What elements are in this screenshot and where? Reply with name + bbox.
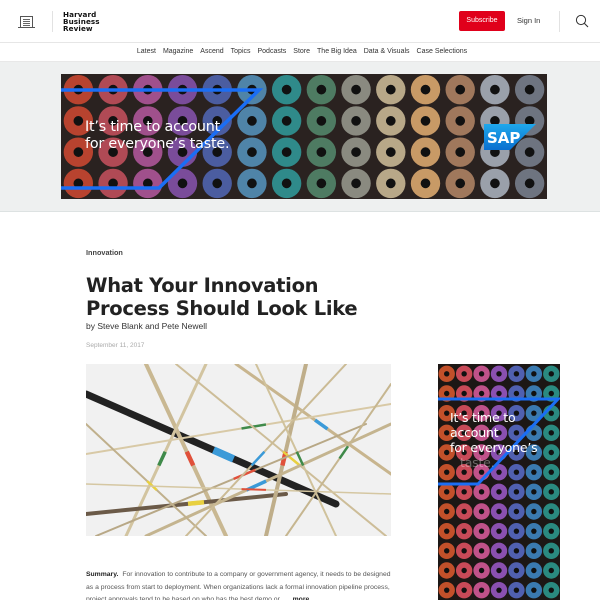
nav-store[interactable]: Store [293,43,310,61]
ad-headline: It’s time to account for everyone’s tast… [85,119,230,152]
sap-banner-ad[interactable]: It’s time to account for everyone’s tast… [61,74,547,199]
byline: by Steve Blank and Pete Newell [86,321,207,331]
stick-band [241,488,266,491]
publish-date: September 11, 2017 [86,342,145,349]
nav-case-selections[interactable]: Case Selections [417,43,468,61]
summary-text: For innovation to contribute to a compan… [86,571,391,600]
ad-headline-line-2: for everyone’s [450,440,538,455]
stick-band [250,450,266,467]
sign-in-link[interactable]: Sign In [517,11,540,31]
nav-topics[interactable]: Topics [231,43,251,61]
ad-headline-line-1: It’s time to account [85,119,221,135]
author-link[interactable]: Steve Blank [97,321,142,331]
ad-headline-line-2: for everyone’s taste. [85,135,230,152]
nav-ascend[interactable]: Ascend [200,43,223,61]
nav-data-visuals[interactable]: Data & Visuals [364,43,410,61]
stick [86,492,288,516]
summary-label: Summary. [86,571,119,578]
ad-accent-line [438,397,560,486]
stick-band [187,499,205,507]
nav-the-big-idea[interactable]: The Big Idea [317,43,357,61]
stick-band [184,450,196,467]
hbr-logo[interactable]: Harvard Business Review [63,11,100,33]
article-summary: Summary. For innovation to contribute to … [86,569,392,600]
ad-headline-line-1: It’s time to account [450,410,516,440]
author-link[interactable]: Pete Newell [162,321,207,331]
topic-link[interactable]: Innovation [86,248,123,257]
sap-side-ad[interactable]: It’s time to account for everyone’s tast… [438,364,560,600]
ad-headline: It’s time to account for everyone’s tast… [450,410,560,470]
nav-magazine[interactable]: Magazine [163,43,193,61]
site-header: Harvard Business Review Subscribe Sign I… [0,0,600,43]
header-divider-right [559,11,560,32]
ad-headline-line-3: taste. [460,455,495,470]
byline-joiner: and [142,321,162,331]
logo-line-3: Review [63,24,93,34]
search-icon[interactable] [575,14,589,28]
menu-icon[interactable] [18,16,35,28]
hero-image [86,364,391,536]
stick-band [211,446,236,463]
stick-band [314,418,329,431]
sap-logo: SAP [484,124,536,150]
nav-latest[interactable]: Latest [137,43,156,61]
subscribe-button[interactable]: Subscribe [459,11,505,31]
header-divider [52,11,53,32]
sap-logo-text: SAP [487,129,520,147]
ad-band: It’s time to account for everyone’s tast… [0,62,600,212]
stick-band [157,450,167,467]
main-nav: Latest Magazine Ascend Topics Podcasts S… [0,43,600,62]
more-link[interactable]: more [293,596,310,600]
article-title: What Your Innovation Process Should Look… [86,274,358,320]
byline-prefix: by [86,321,98,331]
nav-podcasts[interactable]: Podcasts [258,43,287,61]
pick-up-sticks-illustration [86,364,391,536]
stick [255,364,337,536]
